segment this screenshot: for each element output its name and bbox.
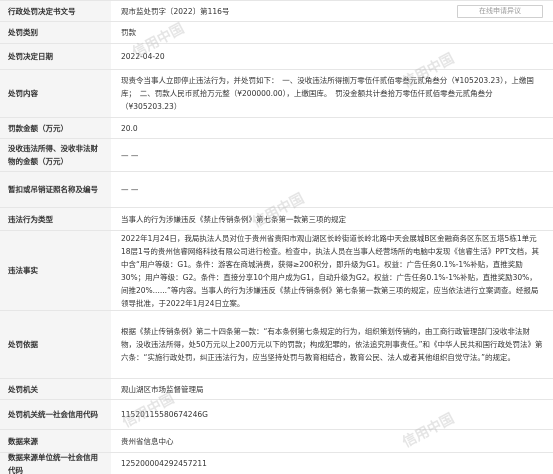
value-violation-facts: 2022年1月24日，我局执法人员对位于贵州省贵阳市观山湖区长岭街道长岭北路中天… [121, 233, 539, 308]
label-decision-date: 处罚决定日期 [0, 44, 111, 69]
label-fine-amount: 罚款金额（万元） [0, 118, 111, 138]
value-data-source-code: 12520000429245721​1 [121, 459, 207, 468]
row-penalty-basis: 处罚依据 根据《禁止传销条例》第二十四条第一款：“有本条例第七条规定的行为，组织… [0, 311, 553, 379]
objection-apply-button[interactable]: 在线申请异议 [457, 5, 543, 18]
row-fine-amount: 罚款金额（万元） 20.0 [0, 118, 553, 139]
row-authority-code: 处罚机关统一社会信用代码 11520115580674246G [0, 400, 553, 430]
penalty-info-table: 行政处罚决定书文号 观市监处罚字〔2022〕第116号 在线申请异议 处罚类别 … [0, 0, 553, 474]
row-decision-number: 行政处罚决定书文号 观市监处罚字〔2022〕第116号 在线申请异议 [0, 1, 553, 22]
value-authority: 观山湖区市场监督管理局 [121, 384, 204, 394]
row-authority: 处罚机关 观山湖区市场监督管理局 [0, 379, 553, 400]
label-penalty-basis: 处罚依据 [0, 311, 111, 378]
label-violation-type: 违法行为类型 [0, 208, 111, 230]
value-data-source: 贵州省信息中心 [121, 436, 174, 446]
label-violation-facts: 违法事实 [0, 231, 111, 310]
label-license: 暂扣或吊销证照名称及编号 [0, 172, 111, 207]
row-data-source-code: 数据来源单位统一社会信用代码 12520000429245721​1 [0, 453, 553, 474]
value-content: 现责令当事人立即停止违法行为，并处罚如下： 一、没收违法所得捌万零伍仟贰佰零叁元… [121, 76, 534, 111]
decision-number-text: 观市监处罚字〔2022〕第116号 [121, 6, 230, 16]
label-data-source: 数据来源 [0, 430, 111, 452]
value-decision-number: 观市监处罚字〔2022〕第116号 在线申请异议 [111, 1, 553, 21]
row-decision-date: 处罚决定日期 2022-04-20 [0, 44, 553, 70]
label-data-source-code: 数据来源单位统一社会信用代码 [0, 453, 111, 474]
label-authority-code: 处罚机关统一社会信用代码 [0, 400, 111, 429]
value-confiscation: — — [121, 150, 139, 160]
label-authority: 处罚机关 [0, 379, 111, 399]
label-content: 处罚内容 [0, 70, 111, 117]
value-authority-code: 11520115580674246G [121, 410, 208, 419]
row-violation-type: 违法行为类型 当事人的行为涉嫌违反《禁止传销条例》第七条第一款第三项的规定 [0, 208, 553, 231]
value-category: 罚款 [121, 28, 136, 37]
row-content: 处罚内容 现责令当事人立即停止违法行为，并处罚如下： 一、没收违法所得捌万零伍仟… [0, 70, 553, 118]
value-license: — — [121, 185, 139, 194]
value-penalty-basis: 根据《禁止传销条例》第二十四条第一款：“有本条例第七条规定的行为，组织策划传销的… [121, 327, 543, 362]
label-confiscation: 没收违法所得、没收非法财物的金额（万元） [0, 139, 111, 171]
label-category: 处罚类别 [0, 22, 111, 43]
row-violation-facts: 违法事实 2022年1月24日，我局执法人员对位于贵州省贵阳市观山湖区长岭街道长… [0, 231, 553, 311]
value-fine-amount: 20.0 [121, 123, 138, 133]
row-license: 暂扣或吊销证照名称及编号 — — [0, 172, 553, 208]
row-category: 处罚类别 罚款 [0, 22, 553, 44]
value-violation-type: 当事人的行为涉嫌违反《禁止传销条例》第七条第一款第三项的规定 [121, 214, 346, 224]
label-decision-number: 行政处罚决定书文号 [0, 1, 111, 21]
row-confiscation: 没收违法所得、没收非法财物的金额（万元） — — [0, 139, 553, 172]
value-decision-date: 2022-04-20 [121, 52, 165, 61]
